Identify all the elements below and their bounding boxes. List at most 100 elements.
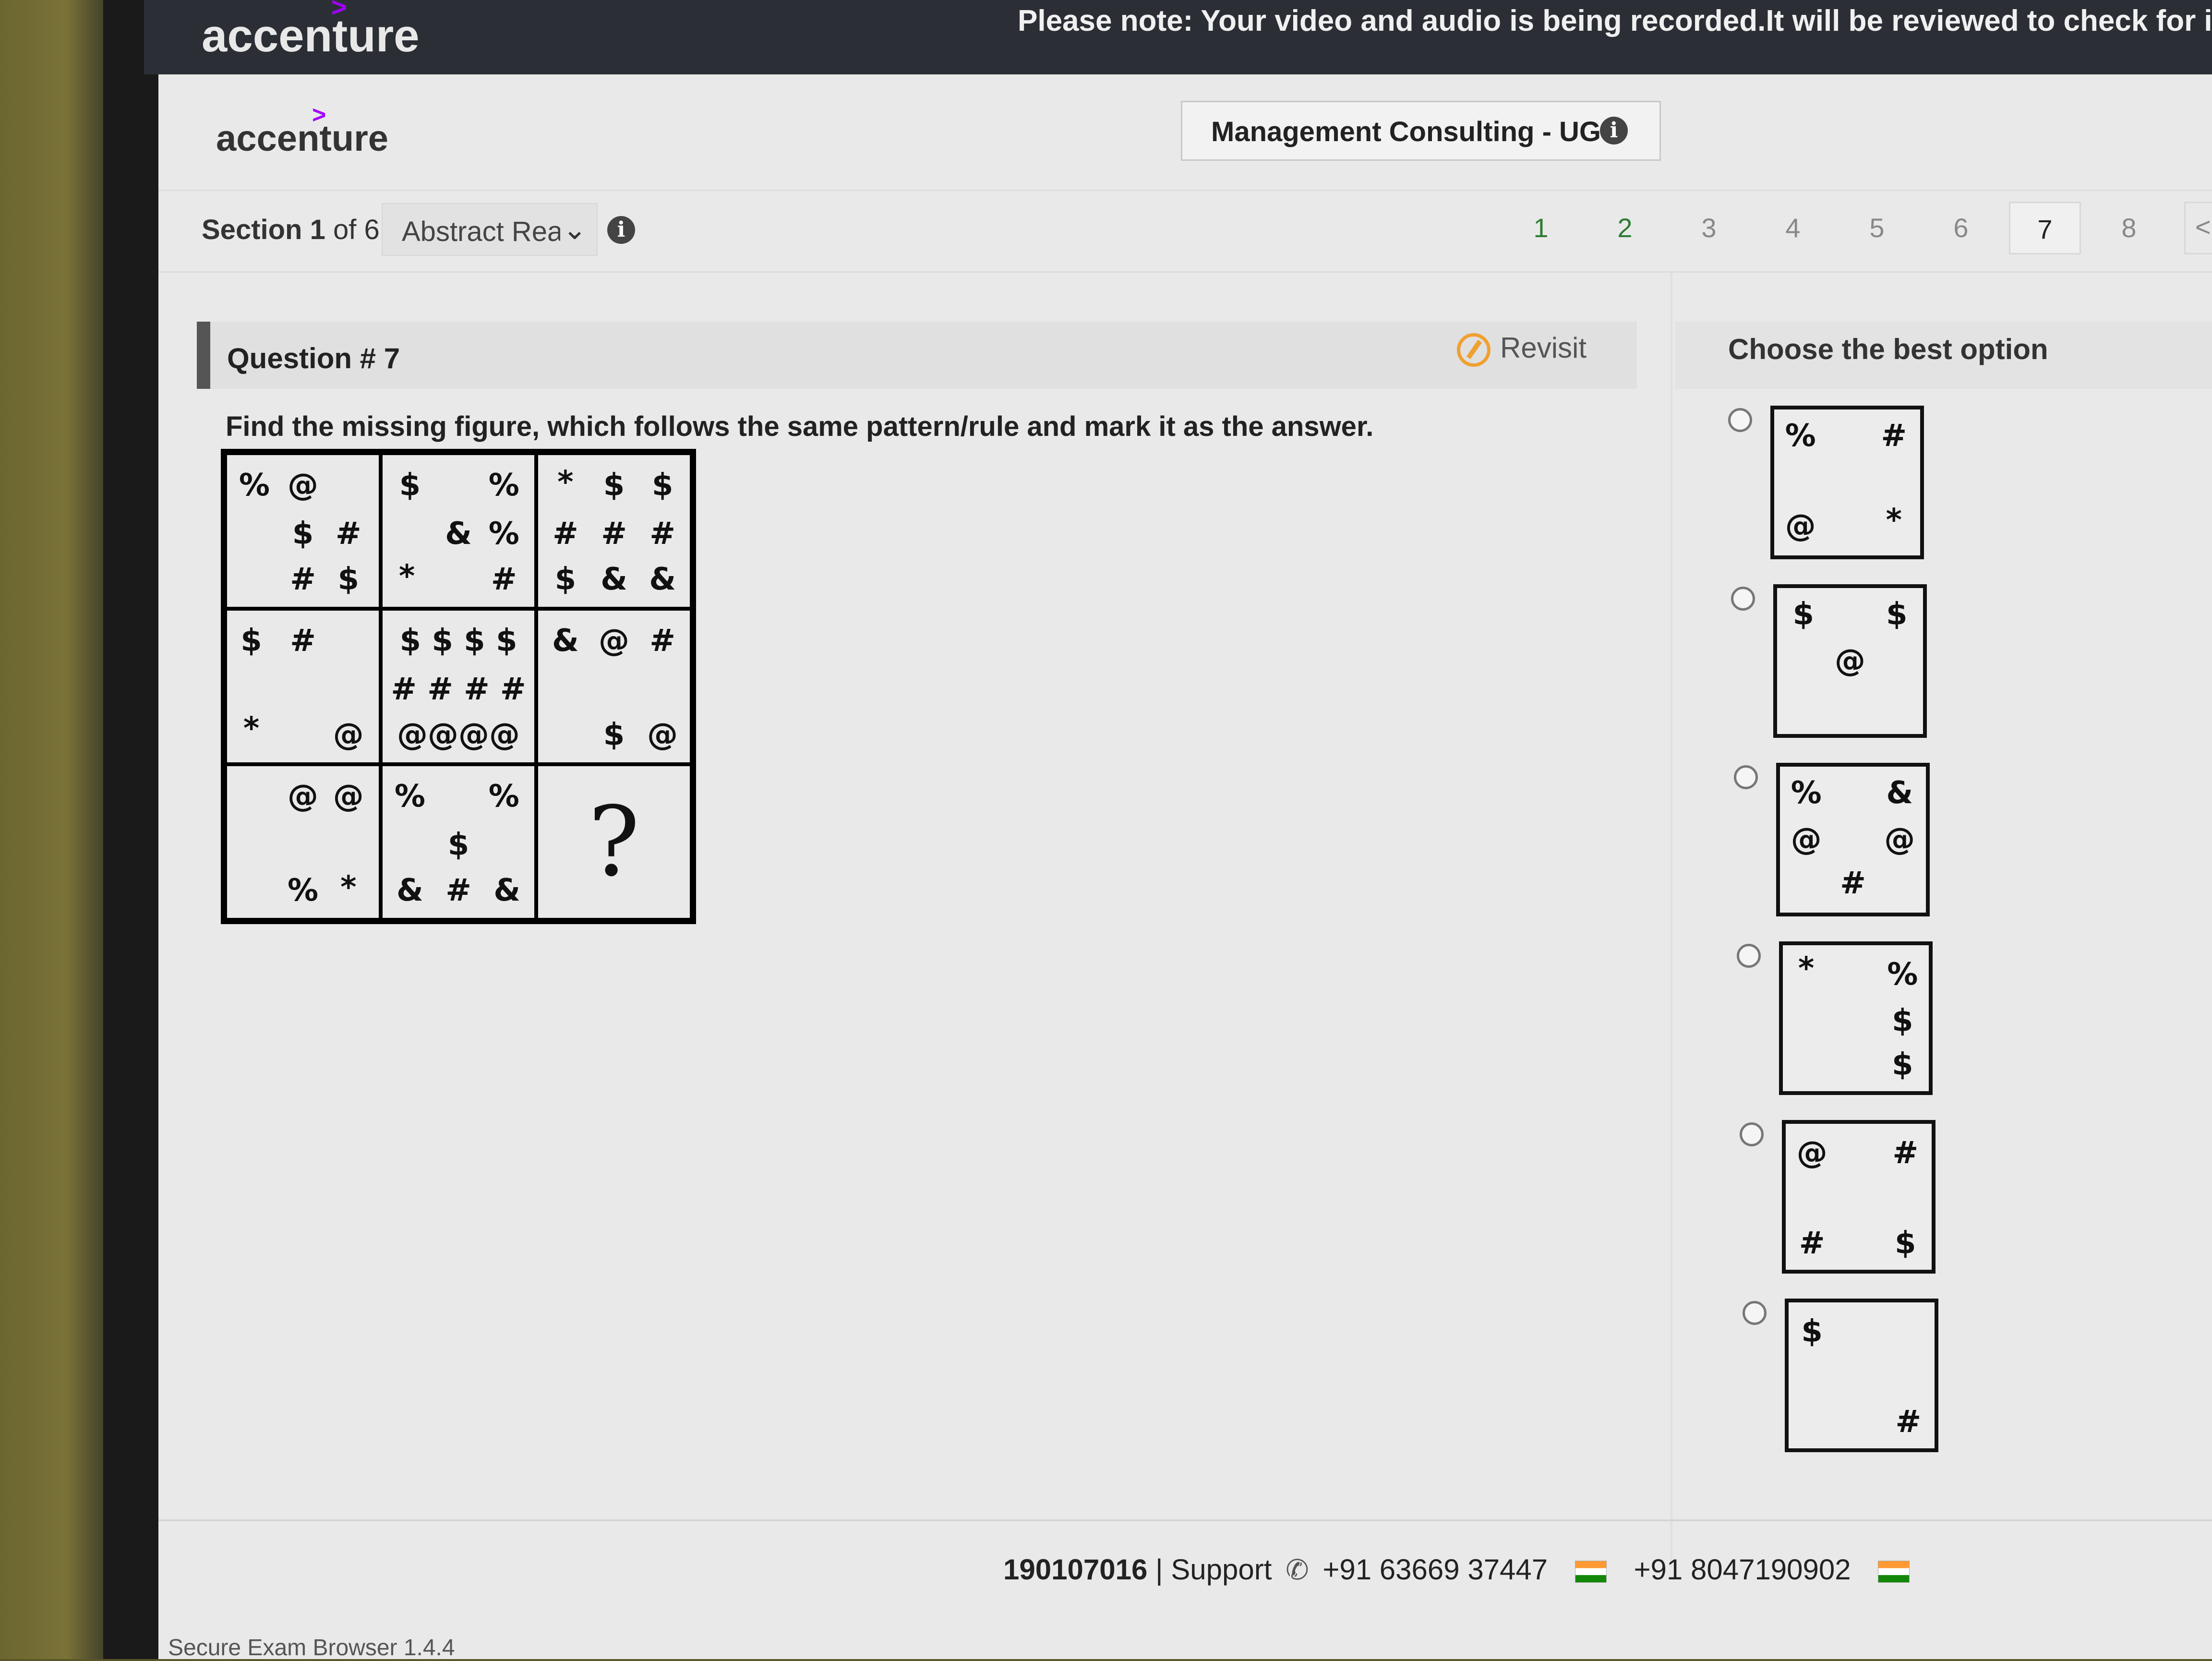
section-info-icon[interactable]: i	[607, 216, 635, 244]
figure-cell: @ @% *	[225, 764, 381, 920]
figure-symbol: %	[239, 468, 270, 504]
option-symbol: $	[1886, 596, 1908, 632]
figure-symbol: $	[292, 516, 314, 552]
page-button-8[interactable]: 8	[2093, 202, 2165, 254]
section-select[interactable]: Abstract Rea ⌄	[382, 203, 598, 256]
figure-symbol: @	[599, 623, 629, 659]
page-button-3[interactable]: 3	[1673, 202, 1745, 254]
figure-symbol: @	[288, 468, 318, 504]
missing-figure-cell: ?	[536, 764, 692, 920]
option-symbol: %	[1887, 956, 1918, 992]
figure-cell: $ $ $ $ # # # # @@@@	[381, 609, 536, 764]
option-symbol: %	[1785, 418, 1816, 454]
figure-symbol: #	[445, 873, 471, 909]
revisit-label: Revisit	[1500, 332, 1587, 364]
recording-notice: Please note: Your video and audio is bei…	[1018, 4, 2212, 37]
option-symbol: #	[1881, 418, 1907, 454]
option-radio[interactable]	[1743, 1301, 1767, 1325]
options-header: Choose the best option	[1728, 333, 2048, 365]
figure-symbol: $	[603, 468, 625, 504]
option-symbol: *	[1886, 503, 1902, 539]
browser-version: Secure Exam Browser 1.4.4	[168, 1635, 455, 1661]
course-title: Management Consulting - UG	[1211, 116, 1601, 147]
india-flag-icon	[1878, 1561, 1910, 1583]
figure-symbol: %	[488, 468, 519, 504]
figure-symbol: &	[493, 873, 521, 909]
figure-symbol: @@@@	[397, 717, 520, 753]
option-symbol: #	[1799, 1226, 1825, 1262]
exam-top-bar: > accenture Please note: Your video and a…	[144, 0, 2212, 74]
page-button-1[interactable]: 1	[1505, 202, 1577, 254]
support-phone-2: +91 8047190902	[1634, 1553, 1851, 1586]
divider	[158, 1519, 2212, 1521]
divider	[158, 190, 2212, 191]
figure-symbol: %	[394, 779, 425, 815]
option-symbol: #	[1895, 1404, 1922, 1440]
figure-symbol: $	[240, 623, 262, 659]
candidate-id: 190107016	[1003, 1553, 1148, 1586]
option-radio[interactable]	[1737, 944, 1761, 968]
option-symbol: @	[1796, 1135, 1827, 1171]
pager-scroll-button[interactable]: <	[2184, 202, 2212, 254]
figure-symbol: $	[399, 468, 421, 504]
logo-chevron-icon: >	[312, 101, 326, 128]
option-symbol: @	[1835, 643, 1865, 679]
chevron-down-icon: ⌄	[563, 213, 587, 245]
figure-symbol: &	[649, 562, 676, 598]
figure-symbol: *	[243, 711, 260, 747]
figure-cell: $% &% * #	[381, 453, 536, 609]
question-mark: ?	[588, 786, 640, 898]
figure-symbol: #	[290, 623, 316, 659]
page-button-6[interactable]: 6	[1925, 202, 1997, 254]
option-radio[interactable]	[1728, 408, 1752, 432]
figure-symbol: #	[553, 516, 578, 552]
page-button-5[interactable]: 5	[1841, 202, 1913, 254]
figure-symbol: @	[647, 717, 678, 753]
option-figure[interactable]: % # @ *	[1770, 406, 1924, 559]
support-footer: 190107016 | Support ✆ +91 63669 37447 +9…	[1003, 1553, 1929, 1586]
option-symbol: #	[1892, 1135, 1919, 1171]
option-symbol: $	[1892, 1003, 1913, 1039]
figure-symbol: *	[398, 558, 415, 594]
option-symbol: @	[1884, 822, 1915, 857]
option-radio[interactable]	[1734, 765, 1758, 789]
figure-symbol: %	[287, 873, 319, 909]
figure-cell: & @ # $ @	[536, 609, 692, 764]
figure-symbol: @	[333, 779, 364, 815]
section-label: Section 1 of 6	[202, 214, 380, 245]
option-figure[interactable]: $ $ @	[1773, 584, 1927, 738]
figure-symbol: #	[649, 516, 675, 552]
phone-icon: ✆	[1286, 1554, 1309, 1586]
figure-symbol: $	[447, 827, 469, 863]
support-phone-1: +91 63669 37447	[1322, 1553, 1548, 1586]
page-button-7[interactable]: 7	[2009, 202, 2081, 254]
question-prompt: Find the missing figure, which follows t…	[226, 411, 1374, 442]
figure-symbol: #	[649, 623, 675, 659]
option-figure[interactable]: *% $ $	[1779, 941, 1933, 1095]
option-figure[interactable]: @ # # $	[1782, 1120, 1936, 1274]
option-symbol: $	[1895, 1226, 1916, 1262]
option-symbol: %	[1791, 775, 1822, 811]
info-icon[interactable]: i	[1600, 117, 1628, 144]
figure-cell: $ # * @	[225, 609, 381, 764]
figure-symbol: #	[491, 562, 517, 598]
revisit-button[interactable]: Revisit	[1457, 331, 1587, 367]
option-symbol: &	[1886, 775, 1913, 811]
option-symbol: $	[1892, 1047, 1913, 1083]
figure-symbol: $	[337, 562, 360, 598]
figure-symbol: $	[651, 468, 673, 504]
panel-divider	[1671, 271, 1672, 1567]
figure-symbol: %	[488, 516, 519, 552]
figure-symbol: $	[554, 562, 577, 598]
option-radio[interactable]	[1740, 1122, 1764, 1146]
figure-symbol: $	[603, 717, 625, 753]
divider	[158, 271, 2212, 273]
exam-window: > accenture Management Consulting - UG i …	[158, 74, 2212, 1661]
option-radio[interactable]	[1731, 587, 1755, 611]
option-figure[interactable]: $ #	[1785, 1299, 1938, 1452]
figure-symbol: @	[288, 779, 318, 815]
page-button-2[interactable]: 2	[1589, 202, 1661, 254]
option-figure[interactable]: % & @ @ #	[1776, 763, 1930, 916]
page-button-4[interactable]: 4	[1757, 202, 1829, 254]
revisit-icon	[1457, 333, 1491, 367]
